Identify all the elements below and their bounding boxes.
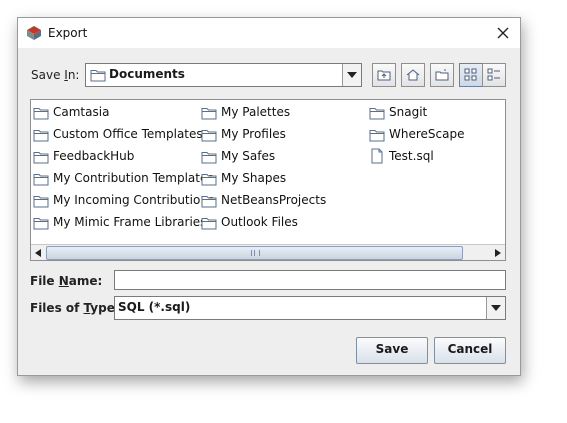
file-list-item-label: My Contribution Templates [53, 171, 214, 185]
files-of-type-label: Files of Type: [30, 301, 120, 315]
file-name-label: File Name: [30, 274, 103, 288]
details-view-icon [487, 68, 500, 81]
folder-icon [33, 152, 49, 164]
new-folder-button[interactable] [430, 63, 454, 87]
title-bar: Export [18, 18, 520, 48]
file-list-item-label: Camtasia [53, 105, 110, 119]
file-name-input[interactable] [114, 270, 506, 290]
file-list-pane[interactable]: Camtasia Custom Office Templates FeedbackH… [30, 99, 506, 261]
home-button[interactable] [401, 63, 425, 87]
list-view-icon [464, 68, 477, 81]
files-of-type-value: SQL (*.sql) [118, 300, 191, 314]
file-list-item-label: My Palettes [221, 105, 291, 119]
file-icon [371, 148, 383, 164]
folder-icon [369, 130, 385, 142]
close-icon [497, 27, 509, 39]
chevron-down-icon [491, 305, 501, 311]
chevron-down-icon [347, 72, 357, 78]
file-list-item-label: My Profiles [221, 127, 286, 141]
save-in-value: Documents [109, 67, 185, 81]
files-of-type-combo[interactable]: SQL (*.sql) [114, 296, 506, 320]
folder-icon [201, 130, 217, 142]
arrow-right-icon [495, 249, 501, 257]
save-button[interactable]: Save [356, 337, 428, 364]
files-of-type-dropdown-arrow[interactable] [486, 297, 505, 319]
app-icon [26, 25, 42, 41]
scroll-left-button[interactable] [31, 245, 45, 260]
new-folder-icon [435, 69, 449, 81]
folder-icon [201, 196, 217, 208]
details-view-button[interactable] [482, 63, 506, 87]
folder-icon [33, 196, 49, 208]
close-button[interactable] [492, 22, 514, 44]
file-list-item-label: Outlook Files [221, 215, 298, 229]
file-list-item-label: My Mimic Frame Libraries [53, 215, 207, 229]
arrow-left-icon [35, 249, 41, 257]
file-list-item-label: NetBeansProjects [221, 193, 327, 207]
scroll-right-button[interactable] [491, 245, 505, 260]
file-list-item-label: Custom Office Templates [53, 127, 203, 141]
save-in-dropdown-arrow[interactable] [342, 64, 361, 86]
file-list-item-label: FeedbackHub [53, 149, 135, 163]
file-list-item-label: WhereScape [389, 127, 465, 141]
folder-icon [33, 218, 49, 230]
grip-icon [251, 250, 260, 256]
folder-icon [201, 174, 217, 186]
folder-icon [33, 108, 49, 120]
file-list-item-label: Test.sql [389, 149, 434, 163]
horizontal-scrollbar[interactable] [31, 244, 505, 260]
folder-icon [201, 218, 217, 230]
folder-icon [201, 152, 217, 164]
cancel-button[interactable]: Cancel [434, 337, 506, 364]
scrollbar-thumb[interactable] [46, 246, 463, 260]
list-view-button[interactable] [459, 63, 483, 87]
file-list-item-label: My Incoming Contributions [53, 193, 215, 207]
folder-icon [33, 130, 49, 142]
export-dialog: Export Save In: Documents Camtasia Custo… [17, 17, 521, 376]
home-icon [406, 69, 420, 81]
file-list-item-label: My Shapes [221, 171, 287, 185]
up-one-level-icon [377, 70, 391, 81]
file-list-item-label: My Safes [221, 149, 276, 163]
save-in-combo[interactable]: Documents [85, 63, 362, 87]
window-title: Export [48, 26, 88, 40]
folder-icon [33, 174, 49, 186]
folder-icon [201, 108, 217, 120]
folder-icon [90, 70, 106, 82]
save-in-label: Save In: [31, 68, 80, 82]
folder-icon [369, 108, 385, 120]
up-one-level-button[interactable] [372, 63, 396, 87]
file-list-item-label: Snagit [389, 105, 428, 119]
